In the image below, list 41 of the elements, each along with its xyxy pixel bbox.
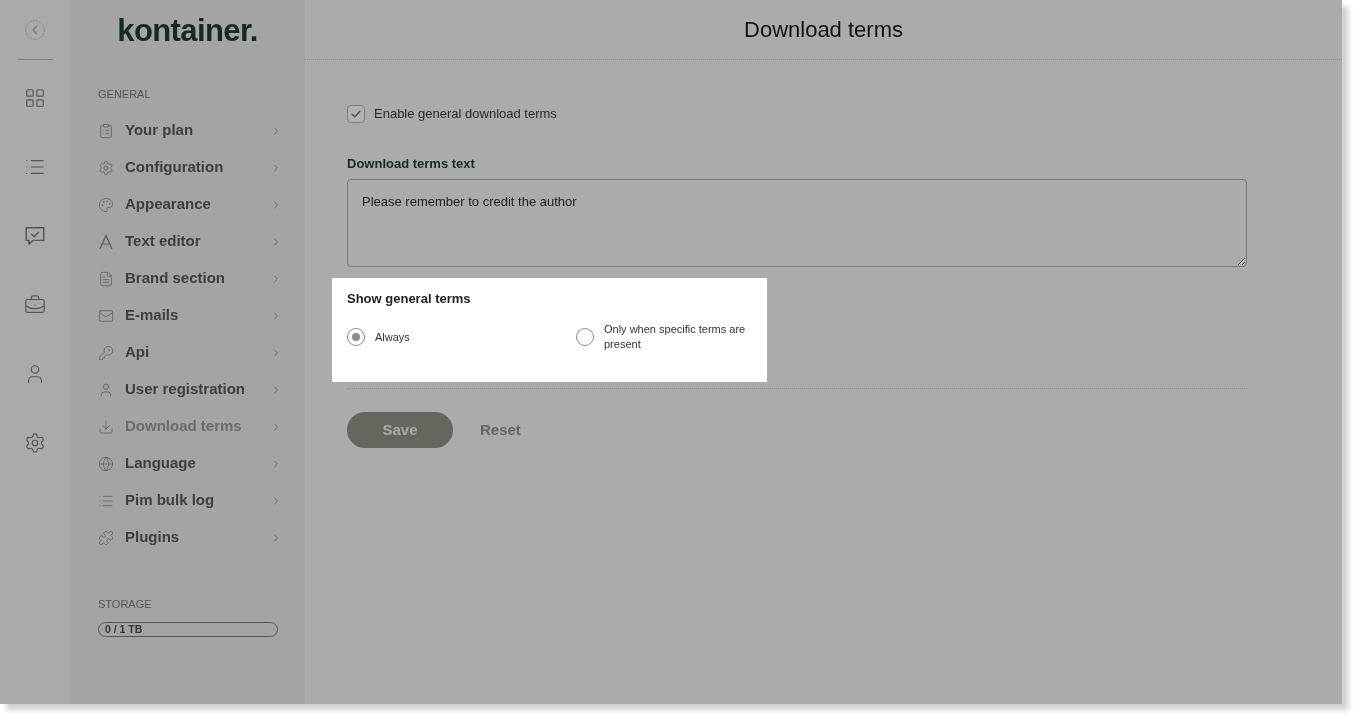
palette-icon bbox=[98, 196, 114, 213]
page-title: Download terms bbox=[744, 18, 903, 41]
section-label: STORAGE bbox=[98, 598, 153, 611]
sidebar-item[interactable]: Language bbox=[98, 445, 282, 482]
globe-icon bbox=[98, 455, 114, 472]
user-icon bbox=[98, 381, 114, 398]
radio-label: Always bbox=[375, 329, 410, 345]
sidebar-item[interactable]: Text editor bbox=[98, 223, 282, 260]
radio-button[interactable] bbox=[576, 328, 594, 346]
sidebar-item[interactable]: Configuration bbox=[98, 149, 282, 186]
letter-a-icon bbox=[98, 233, 114, 250]
sidebar-item[interactable]: User registration bbox=[98, 371, 282, 408]
radio-button[interactable] bbox=[347, 328, 365, 346]
section-label: GENERAL bbox=[98, 88, 152, 101]
reset-button[interactable]: Reset bbox=[480, 418, 521, 442]
sidebar-item[interactable]: Your plan bbox=[98, 112, 282, 149]
logo: kontainer. bbox=[117, 14, 258, 46]
puzzle-icon bbox=[98, 529, 114, 546]
checkbox-label: Enable general download terms bbox=[374, 105, 557, 124]
checkbox[interactable] bbox=[347, 105, 365, 123]
sidebar-item[interactable]: Plugins bbox=[98, 519, 282, 556]
sidebar-item[interactable]: Brand section bbox=[98, 260, 282, 297]
envelope-icon bbox=[98, 307, 114, 324]
document-icon bbox=[98, 270, 114, 287]
sidebar-item[interactable]: Appearance bbox=[98, 186, 282, 223]
chat-check-icon[interactable] bbox=[24, 225, 46, 247]
save-button[interactable]: Save bbox=[347, 412, 453, 448]
sidebar-item[interactable]: Api bbox=[98, 334, 282, 371]
briefcase-icon[interactable] bbox=[24, 294, 46, 316]
sidebar-item[interactable]: E-mails bbox=[98, 297, 282, 334]
settings-icon bbox=[98, 159, 114, 176]
field-label: Download terms text bbox=[347, 156, 476, 171]
radio-label: Only when specific terms are present bbox=[604, 322, 747, 352]
grid-icon[interactable] bbox=[24, 87, 46, 109]
key-icon bbox=[98, 344, 114, 361]
settings-icon[interactable] bbox=[24, 432, 46, 454]
download-icon bbox=[98, 418, 114, 435]
terms-textarea[interactable]: Please remember to credit the author bbox=[347, 179, 1247, 267]
checklist-icon bbox=[98, 122, 114, 139]
sidebar-item[interactable]: Pim bulk log bbox=[98, 482, 282, 519]
group-label: Show general terms bbox=[347, 291, 472, 306]
